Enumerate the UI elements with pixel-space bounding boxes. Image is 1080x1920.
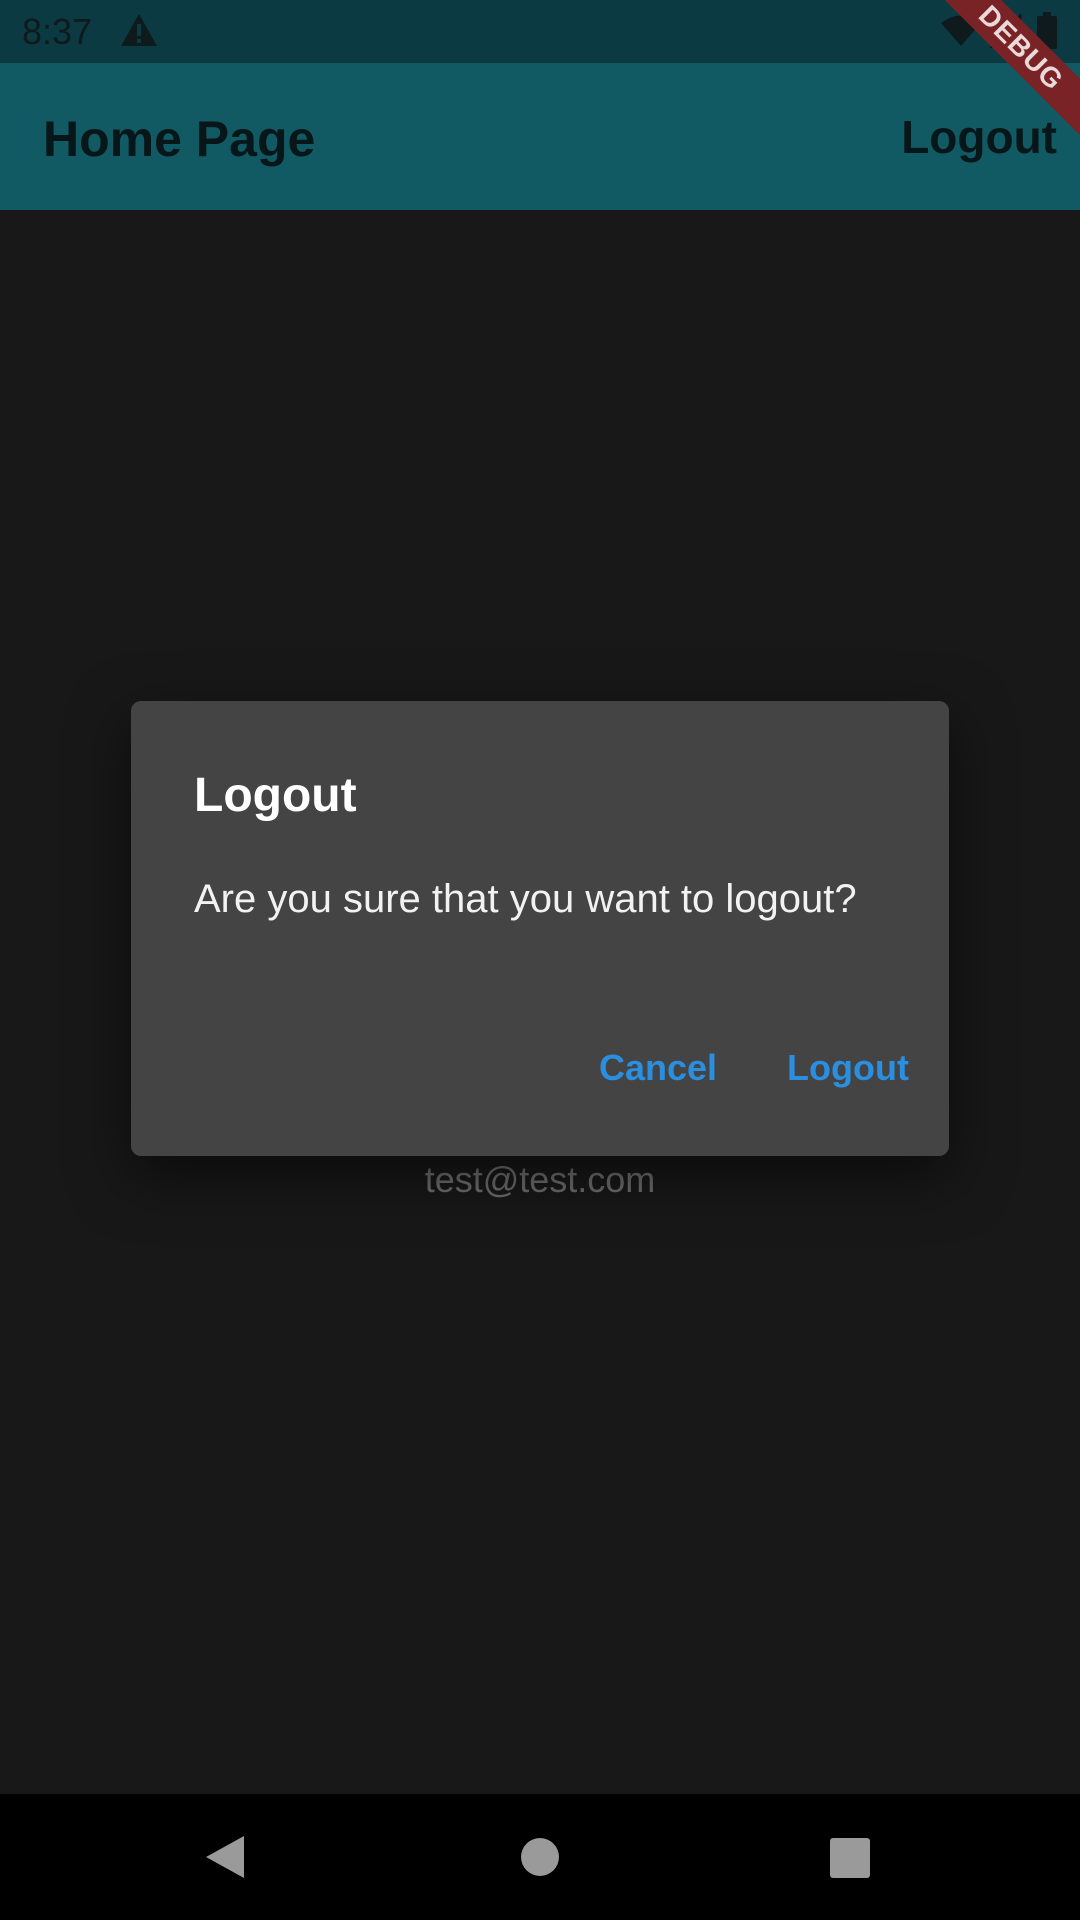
appbar-logout-button[interactable]: Logout <box>901 109 1057 165</box>
home-icon[interactable] <box>521 1838 559 1876</box>
back-icon[interactable] <box>204 1834 246 1880</box>
status-time: 8:37 <box>22 11 93 52</box>
cancel-button[interactable]: Cancel <box>599 1046 717 1090</box>
logout-dialog: Logout Are you sure that you want to log… <box>131 701 949 1156</box>
confirm-logout-button[interactable]: Logout <box>787 1046 909 1090</box>
page-title: Home Page <box>43 111 316 167</box>
navigation-bar <box>0 1794 1080 1920</box>
user-email-text: test@test.com <box>424 1159 656 1200</box>
dialog-message: Are you sure that you want to logout? <box>194 877 857 921</box>
dialog-title: Logout <box>194 769 357 822</box>
status-bar: 8:37 <box>0 0 1080 63</box>
warning-icon <box>121 14 157 46</box>
app-bar: Home Page Logout <box>0 63 1080 210</box>
recents-icon[interactable] <box>830 1838 870 1878</box>
